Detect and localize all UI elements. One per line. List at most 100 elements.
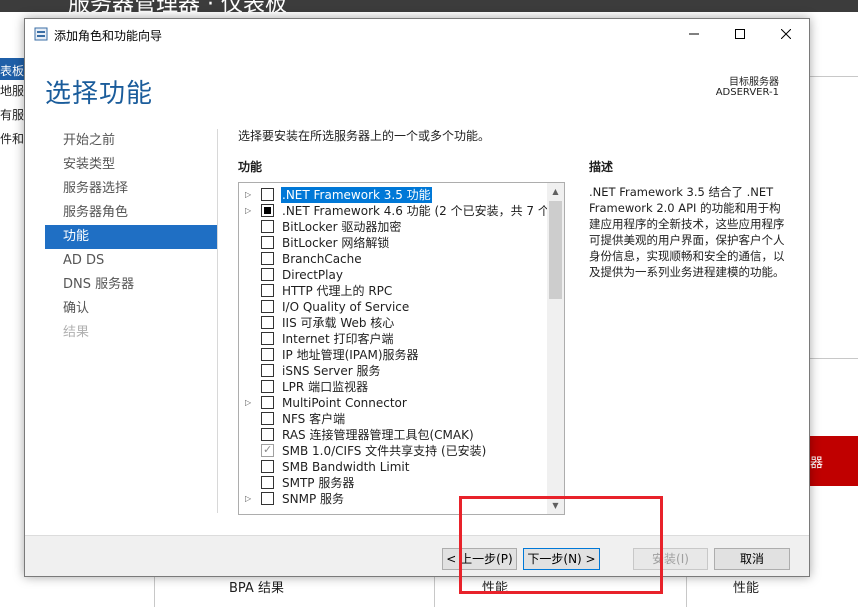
expand-arrow-icon[interactable]: ▷ <box>245 203 255 219</box>
feature-checkbox[interactable] <box>261 348 274 361</box>
wizard-step-confirmation[interactable]: 确认 <box>45 297 217 321</box>
feature-checkbox[interactable] <box>261 268 274 281</box>
feature-label[interactable]: I/O Quality of Service <box>281 299 410 315</box>
expand-arrow-icon[interactable]: ▷ <box>245 395 255 411</box>
feature-label[interactable]: BranchCache <box>281 251 363 267</box>
feature-row[interactable]: BranchCache <box>239 251 547 267</box>
dialog-title-bar[interactable]: 添加角色和功能向导 <box>25 19 809 49</box>
feature-label[interactable]: Internet 打印客户端 <box>281 331 394 347</box>
feature-row[interactable]: Internet 打印客户端 <box>239 331 547 347</box>
background-tile-bpa-label[interactable]: BPA 结果 <box>229 577 284 596</box>
background-bottom-strip <box>0 577 858 607</box>
background-right-panel <box>810 42 858 607</box>
feature-label[interactable]: IIS 可承载 Web 核心 <box>281 315 395 331</box>
dialog-title: 添加角色和功能向导 <box>54 29 163 43</box>
feature-checkbox[interactable] <box>261 460 274 473</box>
feature-label[interactable]: IP 地址管理(IPAM)服务器 <box>281 347 420 363</box>
feature-checkbox[interactable] <box>261 428 274 441</box>
feature-row[interactable]: I/O Quality of Service <box>239 299 547 315</box>
wizard-step-dns-server[interactable]: DNS 服务器 <box>45 273 217 297</box>
wizard-step-server-roles[interactable]: 服务器角色 <box>45 201 217 225</box>
feature-checkbox[interactable] <box>261 364 274 377</box>
feature-label[interactable]: iSNS Server 服务 <box>281 363 382 379</box>
feature-row[interactable]: BitLocker 网络解锁 <box>239 235 547 251</box>
feature-label[interactable]: HTTP 代理上的 RPC <box>281 283 393 299</box>
minimize-button[interactable] <box>671 19 717 49</box>
feature-row[interactable]: iSNS Server 服务 <box>239 363 547 379</box>
feature-label[interactable]: .NET Framework 4.6 功能 (2 个已安装，共 7 个) <box>281 203 556 219</box>
expand-arrow-icon[interactable]: ▷ <box>245 187 255 203</box>
features-tree[interactable]: ▷ .NET Framework 3.5 功能 ▷ .NET Framework 4.… <box>238 182 565 515</box>
feature-checkbox[interactable] <box>261 188 274 201</box>
background-alert-tile-text: 器 <box>810 456 824 471</box>
expand-arrow-icon[interactable]: ▷ <box>245 491 255 507</box>
feature-row[interactable]: LPR 端口监视器 <box>239 379 547 395</box>
destination-server-name: ADSERVER-1 <box>715 87 779 98</box>
wizard-step-features[interactable]: 功能 <box>45 225 217 249</box>
feature-label[interactable]: NFS 客户端 <box>281 411 346 427</box>
feature-label[interactable]: RAS 连接管理器管理工具包(CMAK) <box>281 427 475 443</box>
feature-label[interactable]: BitLocker 驱动器加密 <box>281 219 402 235</box>
feature-row[interactable]: NFS 客户端 <box>239 411 547 427</box>
feature-label[interactable]: MultiPoint Connector <box>281 395 408 411</box>
feature-checkbox[interactable] <box>261 412 274 425</box>
feature-label[interactable]: DirectPlay <box>281 267 344 283</box>
feature-checkbox[interactable] <box>261 300 274 313</box>
feature-checkbox[interactable] <box>261 236 274 249</box>
feature-checkbox <box>261 443 274 457</box>
instruction-text: 选择要安装在所选服务器上的一个或多个功能。 <box>238 129 491 143</box>
background-tile-divider <box>686 577 687 607</box>
feature-checkbox[interactable] <box>261 220 274 233</box>
cancel-button[interactable]: 取消 <box>714 548 790 570</box>
feature-row[interactable]: DirectPlay <box>239 267 547 283</box>
wizard-step-server-selection[interactable]: 服务器选择 <box>45 177 217 201</box>
feature-row[interactable]: SMB Bandwidth Limit <box>239 459 547 475</box>
feature-label[interactable]: .NET Framework 3.5 功能 <box>281 187 432 203</box>
scroll-up-arrow-icon[interactable]: ▲ <box>547 183 564 200</box>
feature-row[interactable]: ▷ .NET Framework 3.5 功能 <box>239 187 547 203</box>
wizard-step-installation-type[interactable]: 安装类型 <box>45 153 217 177</box>
background-alert-tile[interactable]: 器 <box>810 436 858 486</box>
close-button[interactable] <box>763 19 809 49</box>
feature-checkbox[interactable] <box>261 476 274 489</box>
background-tile-divider <box>154 577 155 607</box>
scroll-thumb[interactable] <box>549 201 562 299</box>
feature-row[interactable]: IIS 可承载 Web 核心 <box>239 315 547 331</box>
feature-row[interactable]: RAS 连接管理器管理工具包(CMAK) <box>239 427 547 443</box>
wizard-step-ad-ds[interactable]: AD DS <box>45 249 217 273</box>
feature-checkbox[interactable] <box>261 316 274 329</box>
feature-label[interactable]: SMTP 服务器 <box>281 475 355 491</box>
feature-checkbox[interactable] <box>261 396 274 409</box>
feature-label[interactable]: SMB 1.0/CIFS 文件共享支持 (已安装) <box>281 443 487 459</box>
feature-row[interactable]: SMTP 服务器 <box>239 475 547 491</box>
feature-label[interactable]: LPR 端口监视器 <box>281 379 369 395</box>
feature-row[interactable]: ▷ .NET Framework 4.6 功能 (2 个已安装，共 7 个) <box>239 203 555 219</box>
feature-checkbox[interactable] <box>261 492 274 505</box>
features-list: ▷ .NET Framework 3.5 功能 ▷ .NET Framework 4.… <box>239 187 555 507</box>
dialog-footer: < 上一步(P) 下一步(N) > 安装(I) 取消 <box>25 535 809 576</box>
feature-checkbox[interactable] <box>261 332 274 345</box>
feature-checkbox[interactable] <box>261 380 274 393</box>
feature-row[interactable]: SMB 1.0/CIFS 文件共享支持 (已安装) <box>239 443 547 459</box>
feature-checkbox[interactable] <box>261 284 274 297</box>
feature-row[interactable]: HTTP 代理上的 RPC <box>239 283 547 299</box>
feature-label[interactable]: SMB Bandwidth Limit <box>281 459 410 475</box>
feature-label[interactable]: SNMP 服务 <box>281 491 345 507</box>
feature-label[interactable]: BitLocker 网络解锁 <box>281 235 390 251</box>
background-tile-performance-label[interactable]: 性能 <box>733 577 759 596</box>
feature-checkbox[interactable] <box>261 204 274 217</box>
features-scrollbar[interactable]: ▲ ▼ <box>547 183 564 514</box>
wizard-step-before-you-begin[interactable]: 开始之前 <box>45 129 217 153</box>
feature-row[interactable]: IP 地址管理(IPAM)服务器 <box>239 347 547 363</box>
maximize-button[interactable] <box>717 19 763 49</box>
feature-row[interactable]: ▷ MultiPoint Connector <box>239 395 547 411</box>
feature-row[interactable]: BitLocker 驱动器加密 <box>239 219 547 235</box>
feature-checkbox[interactable] <box>261 252 274 265</box>
